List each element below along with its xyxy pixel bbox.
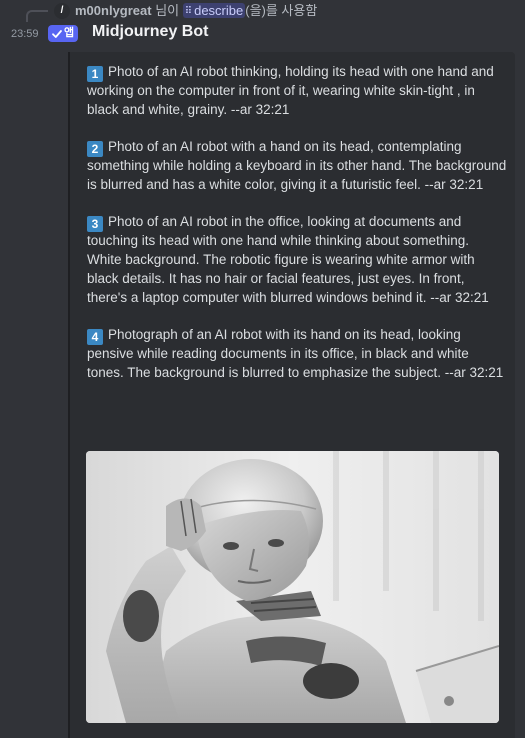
- reply-text: m00nlygreat 님이 ⠿ describe (을)를 사용함: [75, 3, 317, 20]
- prompt-item: 1 Photo of an AI robot thinking, holding …: [87, 63, 507, 120]
- prompt-list: 1 Photo of an AI robot thinking, holding …: [87, 63, 507, 401]
- reply-avatar[interactable]: /: [54, 3, 70, 19]
- reply-context[interactable]: / m00nlygreat 님이 ⠿ describe (을)를 사용함: [0, 0, 525, 22]
- discord-message-view: / m00nlygreat 님이 ⠿ describe (을)를 사용함 23:59…: [0, 0, 525, 738]
- slash-command-mention[interactable]: ⠿ describe: [182, 3, 246, 18]
- prompt-item: 2 Photo of an AI robot with a hand on its…: [87, 138, 507, 195]
- reply-username[interactable]: m00nlygreat: [75, 3, 152, 18]
- app-badge[interactable]: 앱: [48, 25, 79, 42]
- described-image[interactable]: [86, 451, 499, 723]
- prompt-text: Photo of an AI robot with a hand on its …: [87, 139, 507, 192]
- robot-photo-illustration: [86, 451, 499, 723]
- prompt-text: Photograph of an AI robot with its hand …: [87, 326, 504, 380]
- verified-check-icon: [52, 29, 62, 38]
- prompt-text: Photo of an AI robot in the office, look…: [87, 214, 489, 305]
- prompt-item: 3 Photo of an AI robot in the office, loo…: [87, 213, 507, 307]
- keycap-1-icon: 1: [87, 66, 103, 82]
- prompt-text: Photo of an AI robot thinking, holding i…: [87, 64, 494, 117]
- reply-spine: [26, 10, 48, 22]
- keycap-4-icon: 4: [87, 328, 103, 345]
- app-badge-label: 앱: [64, 27, 75, 39]
- slash-command-icon: ⠿: [184, 6, 193, 17]
- keycap-3-icon: 3: [87, 216, 103, 233]
- message-timestamp[interactable]: 23:59: [11, 27, 39, 41]
- keycap-2-icon: 2: [87, 141, 103, 158]
- slash-command-name: describe: [194, 3, 244, 18]
- reply-honorific: 님이: [155, 3, 180, 18]
- author-name[interactable]: Midjourney Bot: [92, 22, 208, 42]
- reply-suffix: (을)를 사용함: [245, 3, 318, 18]
- prompt-item: 4 Photograph of an AI robot with its hand…: [87, 326, 507, 383]
